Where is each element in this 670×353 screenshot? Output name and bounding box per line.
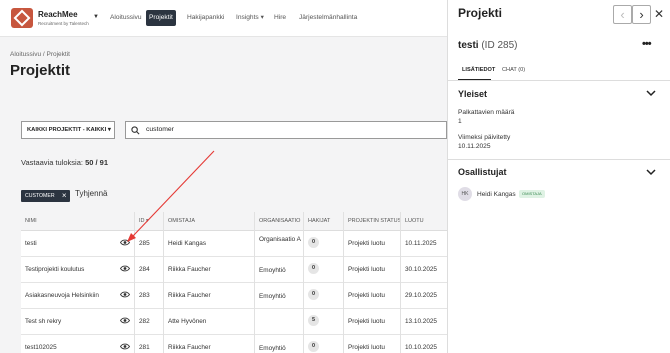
projects-page: ReachMee Recruitment by Talentech ▼ Aloi… bbox=[0, 0, 447, 353]
project-id: (ID 285) bbox=[481, 40, 518, 51]
next-button[interactable]: › bbox=[632, 5, 651, 24]
tab-chat[interactable]: CHAT (0) bbox=[502, 67, 525, 73]
project-details-panel: Projekti ‹ › ✕ testi (ID 285) ••• LISÄTI… bbox=[447, 0, 670, 353]
updated-label: Viimeksi päivitetty bbox=[458, 134, 511, 141]
more-options-icon[interactable]: ••• bbox=[642, 38, 652, 50]
previous-button[interactable]: ‹ bbox=[613, 5, 632, 24]
project-name: testi (ID 285) bbox=[458, 40, 517, 51]
panel-title: Projekti bbox=[458, 6, 503, 20]
hires-value: 1 bbox=[458, 118, 462, 125]
project-name-text: testi bbox=[458, 40, 479, 51]
participant-name[interactable]: Heidi Kangas bbox=[477, 191, 516, 198]
updated-value: 10.11.2025 bbox=[458, 143, 491, 150]
chevron-down-icon[interactable] bbox=[646, 169, 656, 176]
section-participants-title: Osallistujat bbox=[458, 167, 507, 177]
owner-badge: OMISTAJA bbox=[519, 190, 545, 198]
section-divider bbox=[448, 159, 670, 160]
chevron-right-icon: › bbox=[639, 7, 644, 22]
hires-label: Palkattavien määrä bbox=[458, 109, 515, 116]
avatar: HK bbox=[458, 187, 472, 201]
chevron-down-icon[interactable] bbox=[646, 90, 656, 97]
chevron-left-icon: ‹ bbox=[620, 7, 625, 22]
close-icon[interactable]: ✕ bbox=[654, 7, 664, 21]
tab-divider bbox=[448, 80, 670, 81]
section-general-title: Yleiset bbox=[458, 89, 488, 99]
annotation-arrow bbox=[127, 150, 215, 242]
tab-details[interactable]: LISÄTIEDOT bbox=[462, 67, 495, 73]
